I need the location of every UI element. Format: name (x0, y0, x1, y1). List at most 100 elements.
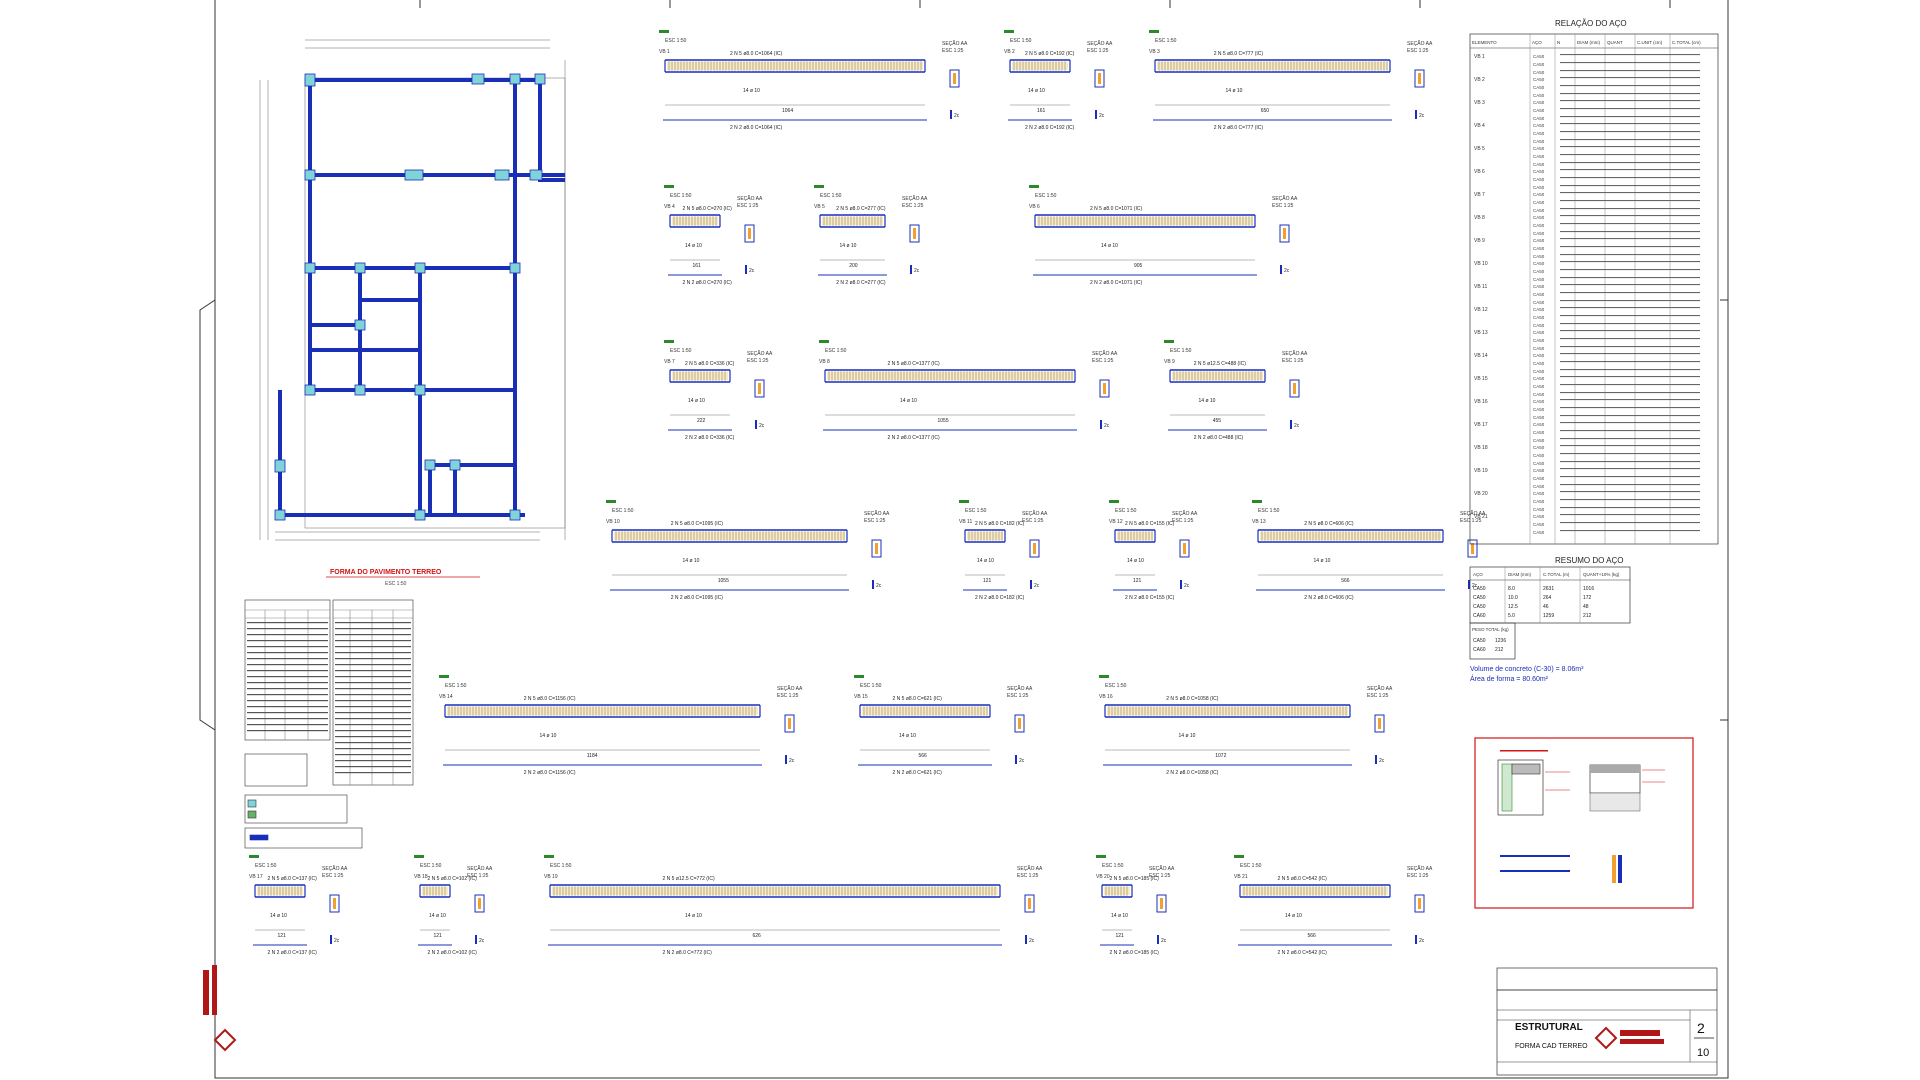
steel-row-values (1560, 353, 1700, 355)
steel-grade-cell: CA50 (1533, 154, 1545, 159)
steel-row-values (1560, 108, 1700, 110)
section-rebar (875, 543, 878, 554)
form-area-note: Área de forma = 80.60m² (1470, 674, 1549, 683)
steel-row-values (1560, 392, 1700, 394)
span-label: 626 (753, 933, 762, 939)
top-bar-spec: 2 N 5 ø8.0 C=1071 (IC) (1090, 206, 1142, 212)
stirrup-detail (1180, 580, 1182, 589)
steel-relation-table: RELAÇÃO DO AÇO ELEMENTO AÇO N DIAM (mm) QUAN… (1469, 19, 1719, 545)
bottom-bar-spec: 2 N 2 ø8.0 C=192 (IC) (1025, 125, 1075, 131)
summary-cell: 264 (1543, 595, 1552, 601)
top-bar-spec: 2 N 5 ø8.0 C=1064 (IC) (730, 51, 782, 57)
span-label: 1055 (938, 418, 949, 424)
steel-table-header-cell: C.TOTAL (cm) (1672, 40, 1701, 45)
stirrup-count: 2c (1184, 583, 1190, 589)
section-label: SEÇÃO AA (1007, 685, 1033, 692)
floor-plan: FORMA DO PAVIMENTO TERREO ESC 1:50 (259, 39, 566, 587)
steel-row-values (1560, 208, 1700, 210)
stirrup-detail (755, 420, 757, 429)
steel-grade-cell: CA50 (1533, 246, 1545, 251)
steel-table-header-cell: DIAM (mm) (1577, 40, 1600, 45)
span-label: 161 (1037, 108, 1046, 114)
beam-detail: ESC 1:502 N 5 ø8.0 C=102 (IC)14 ø 101212… (414, 855, 493, 956)
steel-row-values (1560, 422, 1700, 424)
section-rebar (1418, 73, 1421, 84)
beam-detail: ESC 1:50 2 N 5 ø8.0 C=1156 (IC) 14 ø 10 118… (439, 675, 803, 776)
beam-tag-marker (1234, 855, 1244, 858)
bottom-bar-spec: 2 N 2 ø8.0 C=102 (IC) (428, 950, 478, 956)
span-label: 121 (434, 933, 443, 939)
beam-details: ESC 1:50 2 N 5 ø8.0 C=1064 (IC) 14 ø 10 106… (249, 30, 1486, 956)
top-bar-spec: 2 N 5 ø8.0 C=270 (IC) (683, 206, 733, 212)
stirrup-detail (1015, 755, 1017, 764)
beam-tag-marker (544, 855, 554, 858)
stirrup-count: 2c (1419, 113, 1425, 119)
steel-row-values (1560, 123, 1700, 125)
beam-tag-marker (414, 855, 424, 858)
beam-concrete (1172, 372, 1263, 380)
steel-row-values (1560, 185, 1700, 187)
beam-detail: ESC 1:50 2 N 5 ø8.0 C=277 (IC) 14 ø 10 200 2… (814, 185, 928, 286)
section-scale: ESC 1:25 (1087, 48, 1109, 54)
steel-row-values (1560, 491, 1700, 493)
top-bar-spec: 2 N 5 ø8.0 C=621 (IC) (893, 696, 943, 702)
steel-row-values (1560, 54, 1700, 56)
stirrup-note: 14 ø 10 (977, 558, 994, 564)
beam-tag-marker (854, 675, 864, 678)
steel-grade-cell: CA50 (1533, 200, 1545, 205)
beam-id: VB 16 (1099, 694, 1113, 700)
summary-cell: 48 (1583, 604, 1589, 610)
section-scale: ESC 1:25 (1367, 693, 1389, 699)
stirrup-detail (910, 265, 912, 274)
beam-concrete (422, 887, 448, 895)
beam-tag-marker (249, 855, 259, 858)
steel-row-values (1560, 407, 1700, 409)
stirrup-detail (1415, 935, 1417, 944)
section-label: SEÇÃO AA (777, 685, 803, 692)
concrete-volume-note: Volume de concreto (C-30) = 8.06m³ (1470, 666, 1584, 673)
beam-scale: ESC 1:50 (420, 863, 442, 869)
steel-row-values (1560, 361, 1700, 363)
steel-row-values (1560, 315, 1700, 317)
stirrup-count: 2c (479, 938, 485, 944)
beam-scale: ESC 1:50 (670, 193, 692, 199)
beam-scale: ESC 1:50 (1102, 863, 1124, 869)
summary-cell: 2631 (1543, 586, 1554, 592)
stirrup-note: 14 ø 10 (429, 913, 446, 919)
steel-table-header: ELEMENTO AÇO N DIAM (mm) QUANT C.UNIT (cm) C.T… (1472, 40, 1701, 45)
top-bar-spec: 2 N 5 ø12.5 C=772 (IC) (663, 876, 715, 882)
beam-detail: ESC 1:50 2 N 5 ø8.0 C=542 (IC) 14 ø 10 566 2… (1234, 855, 1433, 956)
steel-element-id: VB 3 (1474, 100, 1485, 106)
drawing-sheet: FORMA DO PAVIMENTO TERREO ESC 1:50 ESC 1… (199, 0, 1729, 1079)
steel-grade-cell: CA50 (1533, 438, 1545, 443)
steel-row-values (1560, 77, 1700, 79)
stirrup-note: 14 ø 10 (685, 913, 702, 919)
stirrup-note: 14 ø 10 (899, 733, 916, 739)
bottom-bar-spec: 2 N 2 ø8.0 C=488 (IC) (1194, 435, 1244, 441)
beam-id: VB 21 (1234, 874, 1248, 880)
stirrup-detail (785, 755, 787, 764)
stirrup-count: 2c (1161, 938, 1167, 944)
beam-tag-marker (1099, 675, 1109, 678)
floor-plan-title: FORMA DO PAVIMENTO TERREO (330, 569, 442, 576)
beam-detail: ESC 1:50 2 N 5 ø8.0 C=336 (IC) 14 ø 10 222 2… (664, 340, 773, 441)
stirrup-detail (1100, 420, 1102, 429)
span-label: 121 (1133, 578, 1142, 584)
beam-scale: ESC 1:50 (550, 863, 572, 869)
stirrup-count: 2c (749, 268, 755, 274)
bottom-bar-spec: 2 N 2 ø8.0 C=1095 (IC) (671, 595, 723, 601)
stirrup-count: 2c (1419, 938, 1425, 944)
steel-grade-cell: CA50 (1533, 162, 1545, 167)
steel-row-values (1560, 499, 1700, 501)
stirrup-detail (1025, 935, 1027, 944)
stirrup-count: 2c (1034, 583, 1040, 589)
section-label: SEÇÃO AA (467, 865, 493, 872)
steel-grade-cell: CA50 (1533, 300, 1545, 305)
steel-row-values (1560, 461, 1700, 463)
beam-tag-marker (819, 340, 829, 343)
beam-id: VB 8 (819, 359, 830, 365)
steel-grade-cell: CA50 (1533, 476, 1545, 481)
steel-row-values (1560, 476, 1700, 478)
stirrup-count: 2c (1294, 423, 1300, 429)
beam-id: VB 15 (854, 694, 868, 700)
